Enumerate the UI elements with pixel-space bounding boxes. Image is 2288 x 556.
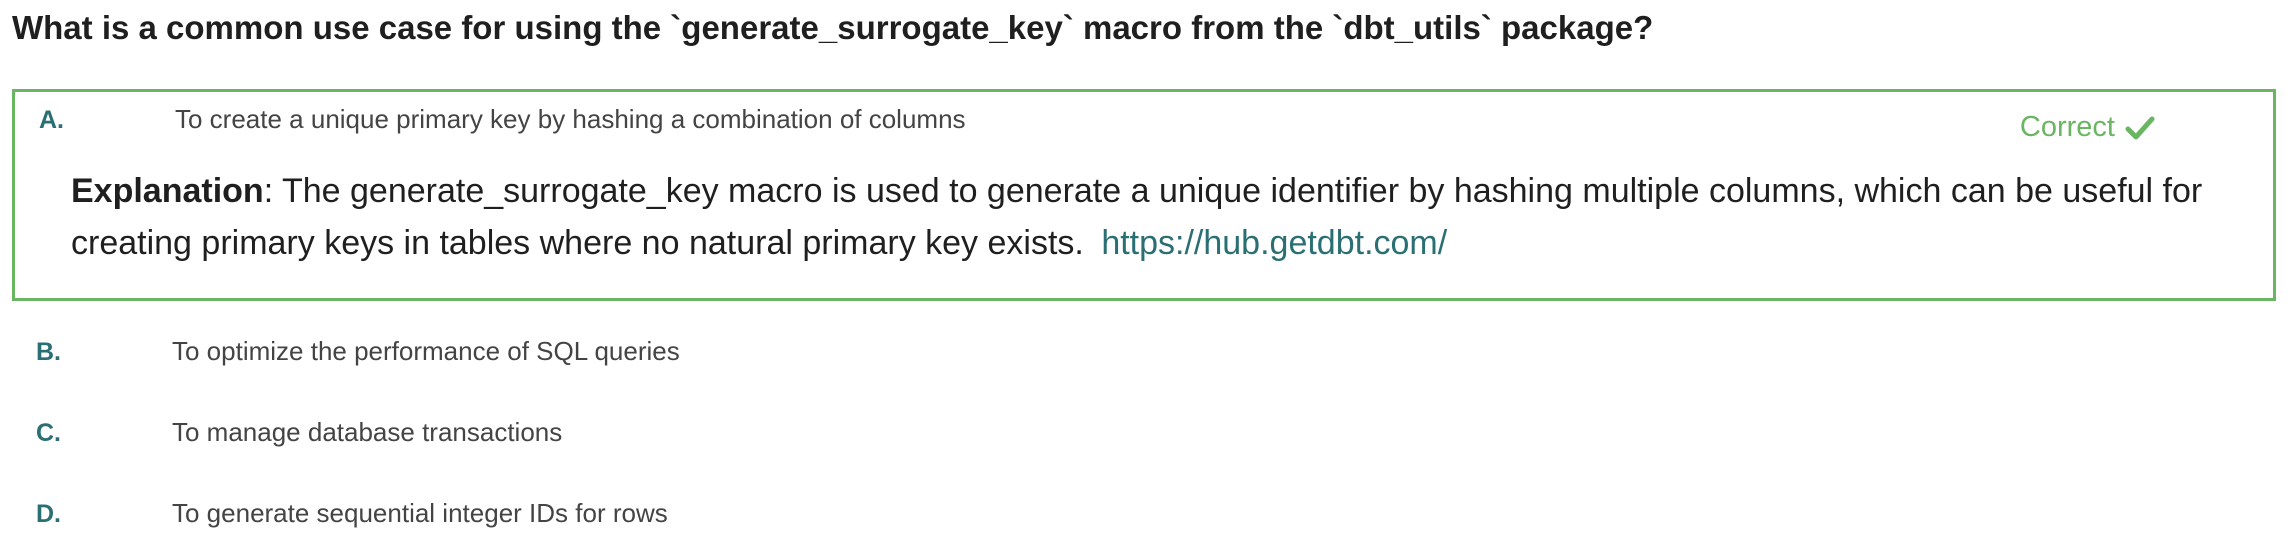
option-letter: C.	[36, 419, 61, 447]
option-a-correct[interactable]: A. To create a unique primary key by has…	[12, 89, 2276, 301]
option-c[interactable]: C. To manage database transactions	[12, 415, 2276, 455]
option-letter: D.	[36, 500, 61, 528]
correct-label: Correct	[2019, 111, 2115, 143]
checkmark-icon	[2125, 115, 2155, 141]
option-b[interactable]: B. To optimize the performance of SQL qu…	[12, 334, 2276, 374]
option-text: To manage database transactions	[172, 417, 563, 447]
option-text: To generate sequential integer IDs for r…	[172, 498, 668, 528]
explanation-label: Explanation	[71, 172, 264, 210]
explanation-separator: :	[263, 172, 282, 210]
correct-badge: Correct	[2020, 111, 2155, 144]
explanation: Explanation: The generate_surrogate_key …	[71, 165, 2221, 269]
option-d[interactable]: D. To generate sequential integer IDs fo…	[12, 496, 2276, 536]
option-text: To create a unique primary key by hashin…	[175, 104, 966, 134]
option-letter: B.	[36, 338, 61, 366]
option-text: To optimize the performance of SQL queri…	[172, 336, 680, 366]
option-letter: A.	[39, 106, 64, 134]
question-title: What is a common use case for using the …	[12, 9, 1654, 46]
explanation-link[interactable]: https://hub.getdbt.com/	[1101, 224, 1447, 262]
